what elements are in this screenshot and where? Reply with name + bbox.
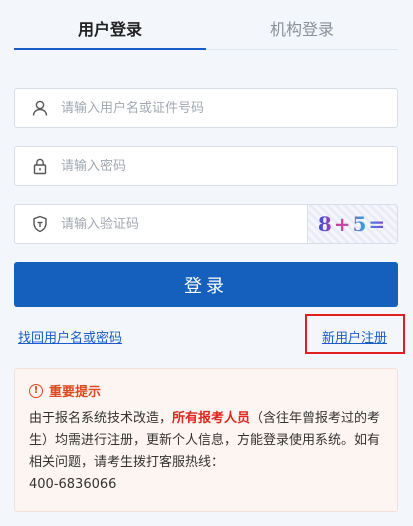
- important-notice: ! 重要提示 由于报名系统技术改造，所有报考人员（含往年曾报考过的考生）均需进行…: [14, 368, 398, 512]
- username-field: [14, 88, 398, 128]
- login-tabs: 用户登录 机构登录: [14, 14, 398, 50]
- username-input[interactable]: [61, 100, 397, 116]
- notice-text-before: 由于报名系统技术改造，: [29, 411, 173, 426]
- tab-user-login[interactable]: 用户登录: [14, 14, 206, 50]
- shield-icon: [31, 215, 49, 233]
- register-link[interactable]: 新用户注册: [322, 327, 387, 346]
- captcha-input[interactable]: [61, 216, 307, 232]
- captcha-text: 8+5=: [317, 212, 388, 236]
- hotline-number: 400-6836066: [29, 477, 117, 492]
- notice-title: ! 重要提示: [29, 381, 383, 400]
- login-button[interactable]: 登录: [14, 262, 398, 307]
- captcha-image[interactable]: 8+5=: [307, 205, 397, 243]
- notice-highlight: 所有报考人员: [172, 411, 251, 426]
- exclamation-icon: !: [29, 383, 43, 398]
- user-icon: [31, 99, 49, 117]
- notice-title-text: 重要提示: [49, 385, 102, 400]
- captcha-field: 8+5=: [14, 204, 398, 244]
- password-field: [14, 146, 398, 186]
- password-input[interactable]: [61, 158, 397, 174]
- notice-body: 由于报名系统技术改造，所有报考人员（含往年曾报考过的考生）均需进行注册，更新个人…: [29, 408, 383, 496]
- tab-institution-login[interactable]: 机构登录: [206, 14, 398, 49]
- recover-account-link[interactable]: 找回用户名或密码: [18, 327, 122, 346]
- lock-icon: [31, 157, 49, 175]
